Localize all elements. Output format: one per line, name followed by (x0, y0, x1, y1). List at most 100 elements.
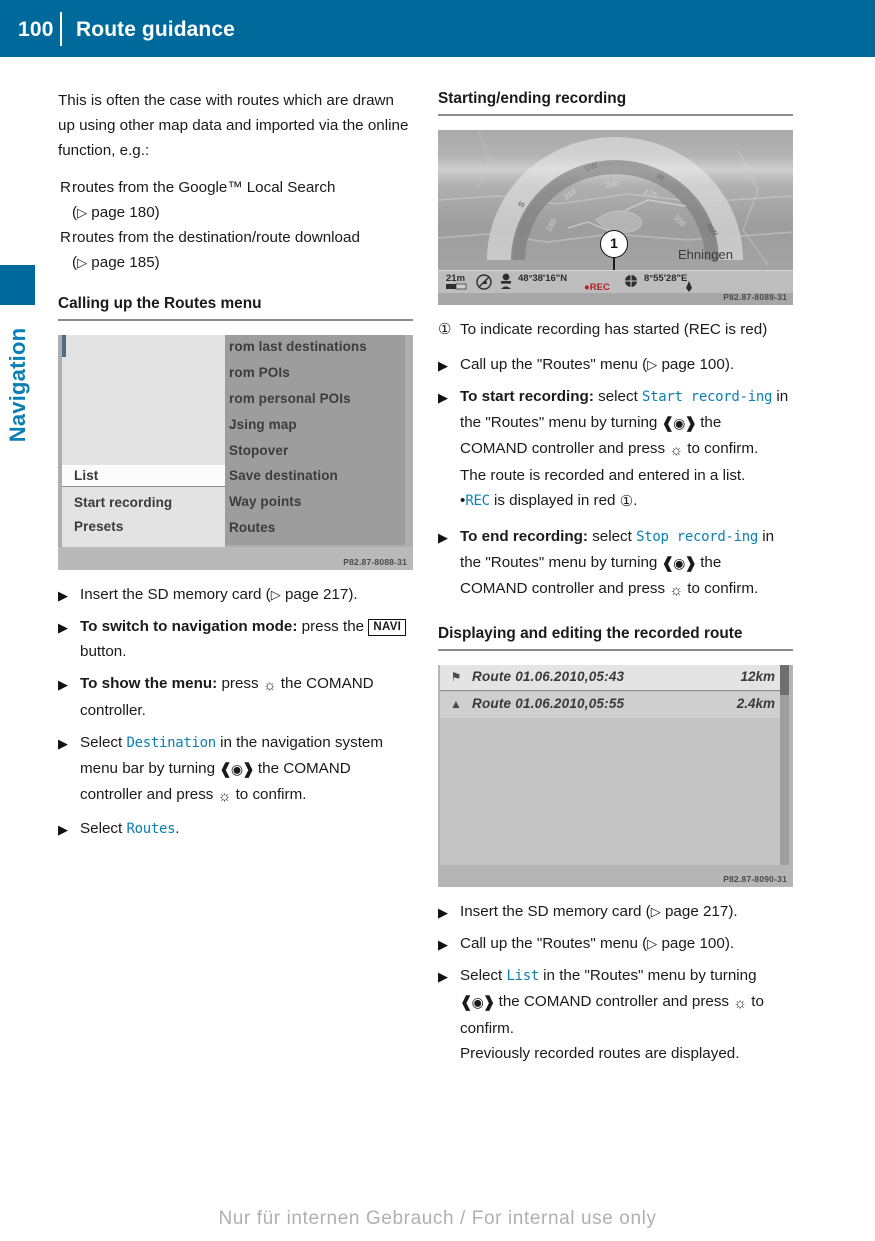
triangle-right-icon: ▷ (647, 357, 658, 372)
triangle-bullet-icon: ▶ (438, 358, 448, 373)
press-controller-icon: ☼ (669, 442, 684, 459)
page-reference[interactable]: ▷ page 180 (77, 204, 155, 221)
list-item: Rroutes from the Google™ Local Search (▷… (58, 175, 413, 225)
destination-menu-item[interactable]: Routes (229, 520, 275, 535)
map-status-bar: 21m 48°38'16"N ●REC 8°55'28"E (438, 270, 793, 293)
step-text-after: . (175, 820, 180, 837)
destination-menu-item[interactable]: rom personal POIs (229, 391, 351, 406)
turn-controller-icon: ❰◉❱ (661, 555, 697, 572)
step-text: select (587, 528, 637, 545)
step-text: Select (460, 967, 507, 984)
bullet-marker: R (60, 229, 71, 246)
step-result-line-rec: •REC is displayed in red ①. (460, 488, 793, 514)
bullet-marker: R (60, 179, 71, 196)
routes-menu-item-presets[interactable]: Presets (74, 519, 124, 534)
routes-menu-left-pane: List Start recording Presets (62, 335, 225, 547)
triangle-right-icon: ▷ (270, 587, 281, 602)
table-row[interactable]: ▲ Route 01.06.2010,05:55 2.4km (440, 692, 789, 718)
flag-icon: ⚑ (450, 670, 462, 684)
legend-item-1: ① To indicate recording has started (REC … (438, 317, 793, 342)
section-heading-starting-ending-recording: Starting/ending recording (438, 88, 793, 116)
destination-menu-item[interactable]: Way points (229, 494, 302, 509)
triangle-bullet-icon: ▶ (438, 937, 448, 952)
triangle-bullet-icon: ▶ (58, 677, 68, 692)
destination-menu-item[interactable]: rom last destinations (229, 339, 367, 354)
triangle-bullet-icon: ▶ (438, 969, 448, 984)
turn-controller-icon: ❰◉❱ (460, 994, 495, 1011)
triangle-bullet-icon: ▶ (438, 905, 448, 920)
menu-value-stop-recording[interactable]: Stop record- (636, 529, 734, 545)
circle-number-icon: ① (619, 493, 634, 510)
section-heading-calling-up-routes-menu: Calling up the Routes menu (58, 293, 413, 321)
list-item: Rroutes from the destination/route downl… (58, 225, 413, 275)
menu-value-list[interactable]: List (506, 968, 539, 984)
page-reference[interactable]: ▷ page 100 (647, 935, 725, 952)
step-select-routes: ▶ Select Routes. (58, 816, 413, 842)
triangle-right-icon: ▷ (77, 205, 88, 220)
step-text: select (593, 388, 643, 405)
pane-accent-bar (62, 335, 66, 357)
routes-menu-screen: List Start recording Presets rom last de… (58, 335, 413, 547)
triangle-bullet-icon: ▶ (58, 588, 68, 603)
page-header: 100 Route guidance (0, 0, 875, 57)
turn-controller-icon: ❰◉❱ (661, 415, 697, 432)
press-controller-icon: ☼ (217, 788, 232, 805)
route-distance: 12km (740, 669, 775, 684)
svg-text:240: 240 (605, 179, 620, 190)
step-lead-in: To show the menu: (80, 675, 218, 692)
svg-text:270: 270 (642, 187, 658, 200)
turn-controller-icon: ❰◉❱ (219, 761, 254, 778)
menu-value-start-recording-cont[interactable]: ing (748, 389, 773, 405)
navi-button[interactable]: NAVI (368, 619, 407, 636)
triangle-bullet-icon: ▶ (58, 736, 68, 751)
step-call-up-routes-menu-2: ▶ Call up the "Routes" menu (▷ page 100). (438, 931, 793, 956)
destination-menu-item[interactable]: Save destination (229, 468, 338, 483)
left-column: This is often the case with routes which… (58, 88, 413, 849)
intro-paragraph: This is often the case with routes which… (58, 92, 409, 159)
destination-menu-item[interactable]: Stopover (229, 443, 288, 458)
header-divider (60, 12, 62, 46)
globe-icon (625, 275, 637, 287)
routes-menu-item-start-recording[interactable]: Start recording (74, 495, 172, 510)
step-to-start-recording: ▶ To start recording: select Start record… (438, 384, 793, 514)
bullet-text-after: ) (154, 204, 160, 221)
circle-number-icon: ① (438, 321, 452, 338)
step-text-after: button. (80, 643, 127, 660)
step-text: Call up the "Routes" menu ( (460, 356, 648, 373)
press-controller-icon: ☼ (262, 677, 277, 694)
page-reference[interactable]: ▷ page 100 (647, 356, 725, 373)
scrollbar[interactable] (780, 665, 789, 865)
press-controller-icon: ☼ (733, 995, 747, 1012)
routes-menu-figure: List Start recording Presets rom last de… (58, 335, 413, 570)
page-reference-label: page 180 (91, 204, 155, 221)
step-call-up-routes-menu: ▶ Call up the "Routes" menu (▷ page 100). (438, 352, 793, 377)
step-lead-in: To switch to navigation mode: (80, 618, 298, 635)
scrollbar-thumb[interactable] (780, 665, 789, 695)
right-column: Starting/ending recording S SW W NW 180 … (438, 88, 793, 1073)
triangle-bullet-icon: ▶ (58, 620, 68, 635)
table-row[interactable]: ⚑ Route 01.06.2010,05:43 12km (440, 665, 789, 691)
step-text-after: ). (724, 356, 735, 373)
menu-value-start-recording[interactable]: Start record- (642, 389, 748, 405)
page-reference[interactable]: ▷ page 217 (271, 586, 349, 603)
destination-menu-item[interactable]: Jsing map (229, 417, 297, 432)
route-name: Route 01.06.2010,05:43 (472, 669, 625, 684)
menu-value-routes[interactable]: Routes (126, 821, 175, 837)
step-text-after: ). (724, 935, 735, 952)
step-select-list: ▶ Select List in the "Routes" menu by tur… (438, 963, 793, 1066)
step-select-destination: ▶ Select Destination in the navigation sy… (58, 730, 413, 809)
step-result-line: The route is recorded and entered in a l… (460, 467, 746, 484)
routes-menu-item-list[interactable]: List (62, 465, 225, 487)
chapter-title: Route guidance (76, 18, 235, 41)
page-reference[interactable]: ▷ page 185 (77, 254, 155, 271)
menu-value-destination[interactable]: Destination (126, 735, 216, 751)
menu-value-stop-recording-cont[interactable]: ing (734, 529, 759, 545)
destination-menu-item[interactable]: rom POIs (229, 365, 290, 380)
route-distance: 2.4km (736, 696, 775, 711)
figure-caption: P82.87-8090-31 (723, 874, 787, 884)
recorded-routes-screen: ⚑ Route 01.06.2010,05:43 12km ▲ Route 01… (440, 665, 789, 865)
step-insert-sd-card-2: ▶ Insert the SD memory card (▷ page 217). (438, 899, 793, 924)
page-reference[interactable]: ▷ page 217 (651, 903, 729, 920)
triangle-right-icon: ▷ (77, 255, 88, 270)
step-lead-in: To start recording: (460, 388, 594, 405)
